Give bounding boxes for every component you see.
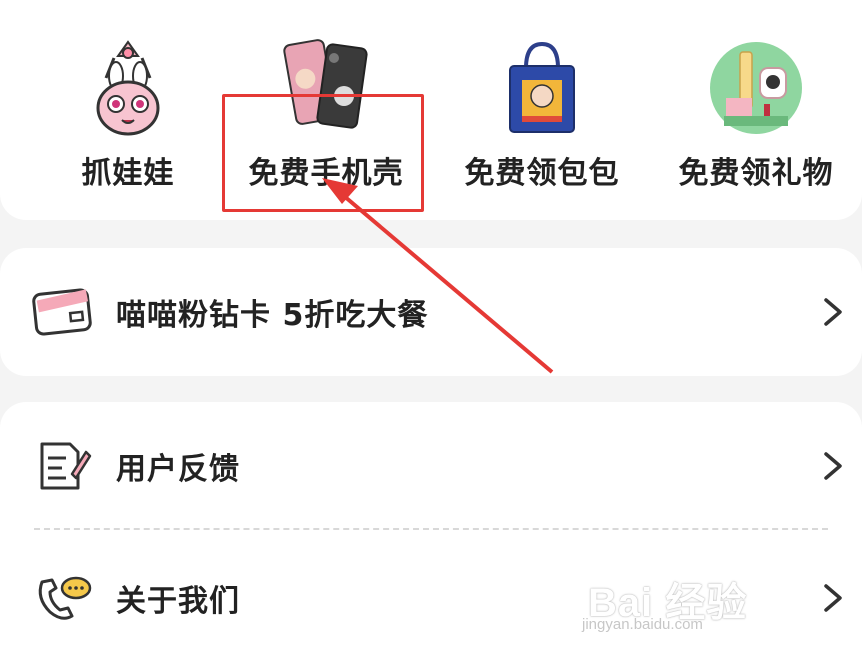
tote-bag-icon	[509, 41, 575, 133]
claw-bunny-icon	[96, 40, 160, 136]
menu-divider	[34, 528, 828, 530]
feature-free-bag[interactable]: 免费领包包	[442, 30, 642, 200]
menu-item-feedback[interactable]: 用户反馈	[0, 416, 862, 516]
pink-card-icon	[32, 288, 92, 336]
feature-label: 抓娃娃	[81, 156, 175, 191]
menu-item-label: 用户反馈	[116, 452, 240, 487]
chevron-right-icon	[824, 584, 842, 612]
phone-chat-icon	[38, 576, 92, 620]
feature-card: 抓娃娃 免费手机壳 免费领包包 免费领礼物	[0, 0, 862, 220]
vip-label: 喵喵粉钻卡 5折吃大餐	[116, 298, 429, 333]
feature-free-gift[interactable]: 免费领礼物	[656, 30, 856, 200]
feature-label: 免费领礼物	[678, 156, 834, 191]
vip-row[interactable]: 喵喵粉钻卡 5折吃大餐	[0, 262, 862, 362]
vip-card: 喵喵粉钻卡 5折吃大餐	[0, 248, 862, 376]
annotation-highlight-box	[222, 94, 424, 212]
chevron-right-icon	[824, 452, 842, 480]
feature-label: 免费领包包	[464, 156, 620, 191]
feedback-note-icon	[40, 442, 92, 490]
chevron-right-icon	[824, 298, 842, 326]
gift-products-icon	[710, 42, 802, 134]
menu-item-label: 关于我们	[116, 584, 240, 619]
feature-claw-machine[interactable]: 抓娃娃	[28, 30, 228, 200]
watermark-url: jingyan.baidu.com	[582, 616, 703, 633]
baidu-watermark: Bai 经验 jingyan.baidu.com	[582, 570, 802, 640]
